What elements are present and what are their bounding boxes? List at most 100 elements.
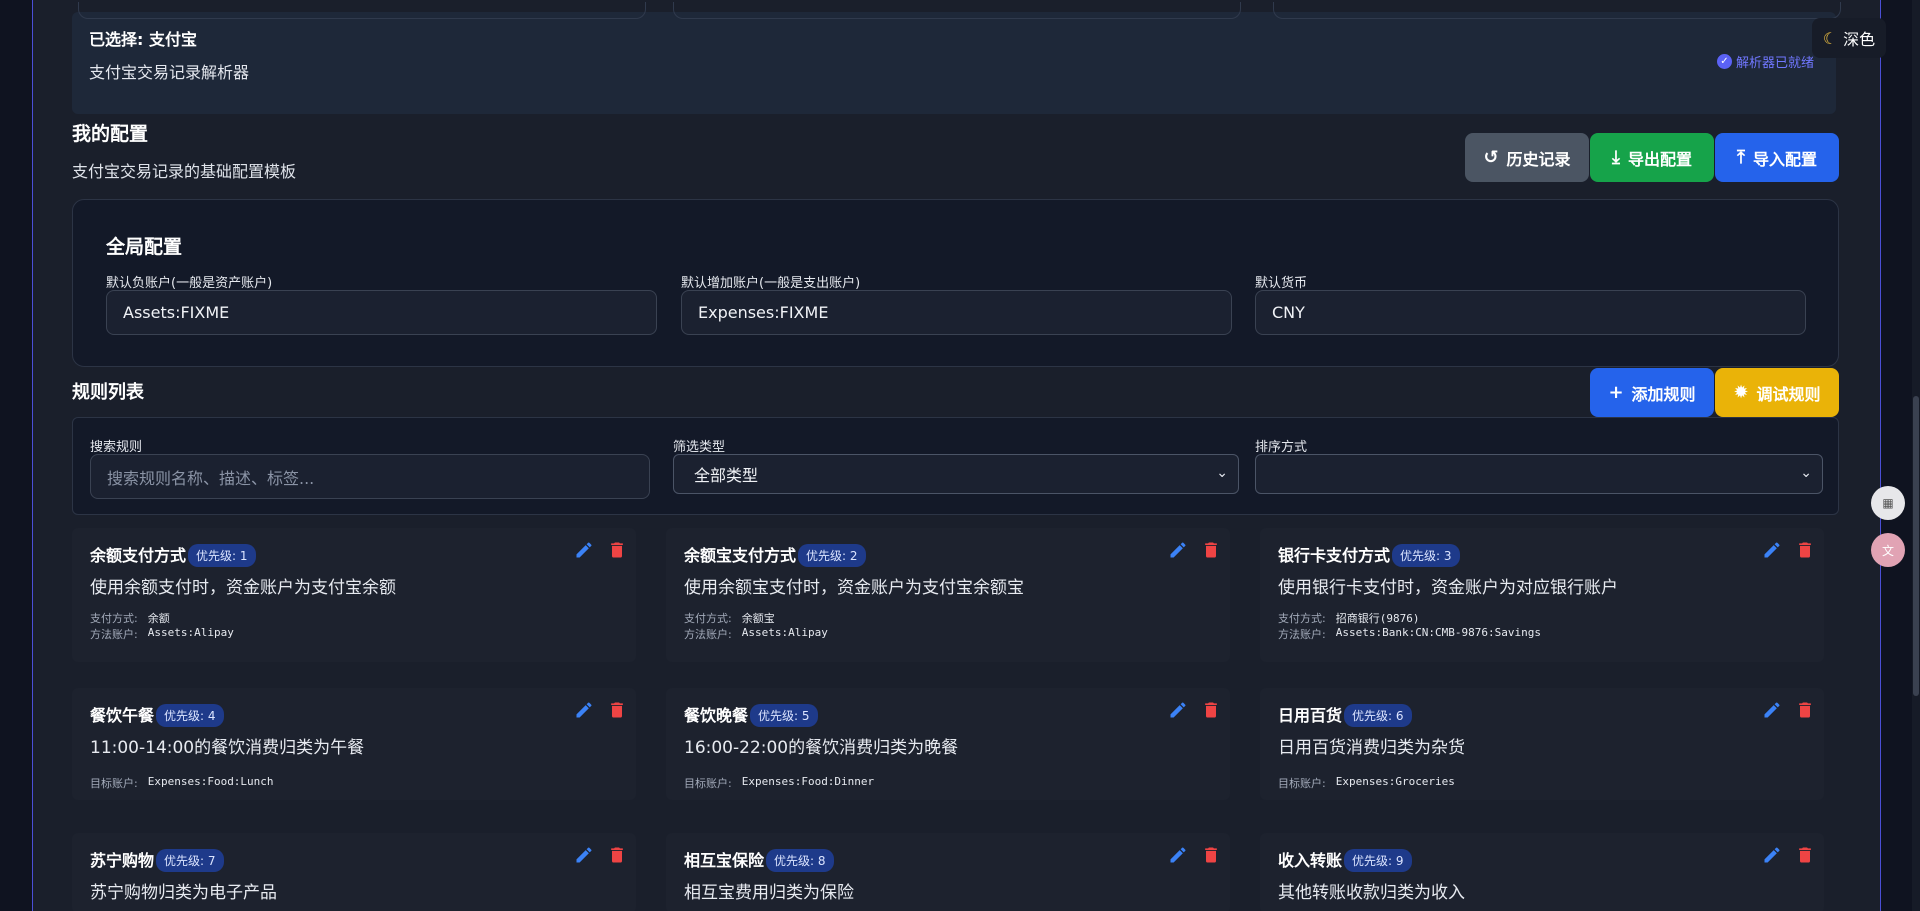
rule-card[interactable]: 收入转账 优先级: 9 其他转账收款归类为收入 bbox=[1260, 833, 1824, 911]
upload-icon: ⤒ bbox=[1737, 146, 1745, 168]
edit-icon[interactable] bbox=[1762, 700, 1784, 722]
priority-badge: 优先级: 9 bbox=[1344, 849, 1412, 872]
rule-description: 其他转账收款归类为收入 bbox=[1278, 883, 1465, 903]
filter-type-label: 筛选类型 bbox=[673, 440, 726, 455]
edit-icon[interactable] bbox=[574, 700, 596, 722]
rule-meta-value: Assets:Alipay bbox=[147, 626, 234, 639]
delete-icon[interactable] bbox=[1795, 845, 1817, 867]
theme-toggle-button[interactable]: ☾ 深色 bbox=[1812, 18, 1886, 58]
parser-status-text: 解析器已就绪 bbox=[1736, 56, 1815, 71]
priority-badge: 优先级: 8 bbox=[766, 849, 834, 872]
parser-option-fragment[interactable] bbox=[78, 2, 646, 19]
rule-header: 苏宁购物 优先级: 7 bbox=[90, 845, 224, 872]
qr-icon[interactable]: ▦ bbox=[1871, 486, 1905, 520]
rule-meta-key: 支付方式: bbox=[90, 612, 138, 625]
parser-selected-title: 已选择: 支付宝 bbox=[89, 30, 197, 49]
import-config-button[interactable]: ⤒ 导入配置 bbox=[1715, 133, 1839, 182]
rule-meta-row: 目标账户: Expenses:Food:Lunch bbox=[90, 775, 274, 791]
rule-card[interactable]: 苏宁购物 优先级: 7 苏宁购物归类为电子产品 bbox=[72, 833, 636, 911]
history-button[interactable]: ↺ 历史记录 bbox=[1465, 133, 1589, 182]
delete-icon[interactable] bbox=[607, 540, 629, 562]
rule-meta-key: 方法账户: bbox=[1278, 628, 1326, 641]
edit-icon[interactable] bbox=[1168, 540, 1190, 562]
edit-icon[interactable] bbox=[1168, 845, 1190, 867]
default-negative-account-label: 默认负账户(一般是资产账户) bbox=[106, 276, 273, 291]
priority-badge: 优先级: 5 bbox=[750, 704, 818, 727]
priority-badge: 优先级: 7 bbox=[156, 849, 224, 872]
rule-header: 日用百货 优先级: 6 bbox=[1278, 700, 1412, 727]
rule-card[interactable]: 餐饮晚餐 优先级: 5 16:00-22:00的餐饮消费归类为晚餐 目标账户: Expe… bbox=[666, 688, 1230, 800]
edit-icon[interactable] bbox=[574, 540, 596, 562]
rule-card[interactable]: 余额支付方式 优先级: 1 使用余额支付时，资金账户为支付宝余额 支付方式: 余额 方法账… bbox=[72, 528, 636, 662]
rule-card[interactable]: 银行卡支付方式 优先级: 3 使用银行卡支付时，资金账户为对应银行账户 支付方式: 招商… bbox=[1260, 528, 1824, 662]
delete-icon[interactable] bbox=[607, 700, 629, 722]
export-label: 导出配置 bbox=[1627, 149, 1692, 169]
rule-header: 相互宝保险 优先级: 8 bbox=[684, 845, 834, 872]
rule-name: 相互宝保险 bbox=[684, 850, 765, 870]
priority-badge: 优先级: 1 bbox=[188, 544, 256, 567]
priority-badge: 优先级: 6 bbox=[1344, 704, 1412, 727]
priority-badge: 优先级: 4 bbox=[156, 704, 224, 727]
add-rule-button[interactable]: + 添加规则 bbox=[1590, 368, 1714, 417]
search-rules-input[interactable]: 搜索规则名称、描述、标签... bbox=[90, 454, 650, 499]
add-rule-label: 添加规则 bbox=[1631, 384, 1696, 404]
rule-header: 餐饮晚餐 优先级: 5 bbox=[684, 700, 818, 727]
default-currency-input[interactable]: CNY bbox=[1255, 290, 1806, 335]
rule-meta-value: Expenses:Groceries bbox=[1335, 775, 1455, 788]
edit-icon[interactable] bbox=[1762, 540, 1784, 562]
delete-icon[interactable] bbox=[1201, 540, 1223, 562]
edit-icon[interactable] bbox=[1168, 700, 1190, 722]
rule-description: 11:00-14:00的餐饮消费归类为午餐 bbox=[90, 738, 365, 758]
rule-name: 餐饮午餐 bbox=[90, 705, 155, 725]
config-subtitle: 支付宝交易记录的基础配置模板 bbox=[72, 162, 297, 181]
rule-name: 余额支付方式 bbox=[90, 545, 187, 565]
delete-icon[interactable] bbox=[1795, 540, 1817, 562]
rule-name: 银行卡支付方式 bbox=[1278, 545, 1391, 565]
rule-header: 餐饮午餐 优先级: 4 bbox=[90, 700, 224, 727]
rule-meta-key: 方法账户: bbox=[684, 628, 732, 641]
rule-card[interactable]: 餐饮午餐 优先级: 4 11:00-14:00的餐饮消费归类为午餐目标账户: Expe… bbox=[72, 688, 636, 800]
parser-option-fragment[interactable] bbox=[673, 2, 1241, 19]
rule-name: 餐饮晚餐 bbox=[684, 705, 749, 725]
delete-icon[interactable] bbox=[1795, 700, 1817, 722]
rule-name: 收入转账 bbox=[1278, 850, 1343, 870]
download-icon: ⤓ bbox=[1612, 146, 1620, 168]
rule-card[interactable]: 相互宝保险 优先级: 8 相互宝费用归类为保险 bbox=[666, 833, 1230, 911]
check-circle-icon: ✓ bbox=[1717, 54, 1732, 69]
rule-card[interactable]: 余额宝支付方式 优先级: 2 使用余额宝支付时，资金账户为支付宝余额宝 支付方式: 余额… bbox=[666, 528, 1230, 662]
rule-description: 相互宝费用归类为保险 bbox=[684, 883, 854, 903]
parser-option-fragment[interactable] bbox=[1273, 2, 1841, 19]
parser-description: 支付宝交易记录解析器 bbox=[89, 63, 250, 82]
search-rules-label: 搜索规则 bbox=[90, 440, 143, 455]
rule-header: 余额宝支付方式 优先级: 2 bbox=[684, 540, 866, 567]
rule-card[interactable]: 日用百货 优先级: 6 日用百货消费归类为杂货 目标账户: Expenses:Groce… bbox=[1260, 688, 1824, 800]
rule-meta-key: 支付方式: bbox=[1278, 612, 1326, 625]
edit-icon[interactable] bbox=[574, 845, 596, 867]
translate-icon[interactable]: 文 bbox=[1871, 533, 1905, 567]
rule-header: 银行卡支付方式 优先级: 3 bbox=[1278, 540, 1460, 567]
export-config-button[interactable]: ⤓ 导出配置 bbox=[1590, 133, 1714, 182]
rule-meta-value: Expenses:Food:Lunch bbox=[147, 775, 274, 788]
rule-header: 收入转账 优先级: 9 bbox=[1278, 845, 1412, 872]
rule-name: 余额宝支付方式 bbox=[684, 545, 797, 565]
history-icon: ↺ bbox=[1483, 146, 1499, 168]
debug-rule-button[interactable]: ✹ 调试规则 bbox=[1715, 368, 1839, 417]
delete-icon[interactable] bbox=[607, 845, 629, 867]
moon-icon: ☾ bbox=[1822, 28, 1838, 48]
delete-icon[interactable] bbox=[1201, 845, 1223, 867]
edit-icon[interactable] bbox=[1762, 845, 1784, 867]
sort-select[interactable]: ⌄ bbox=[1255, 454, 1823, 494]
debug-rule-label: 调试规则 bbox=[1756, 384, 1821, 404]
rule-meta-key: 方法账户: bbox=[90, 628, 138, 641]
delete-icon[interactable] bbox=[1201, 700, 1223, 722]
default-increase-account-input[interactable]: Expenses:FIXME bbox=[681, 290, 1232, 335]
bug-icon: ✹ bbox=[1733, 381, 1749, 403]
rule-header: 余额支付方式 优先级: 1 bbox=[90, 540, 256, 567]
rule-meta-row: 支付方式: 余额 bbox=[90, 610, 170, 626]
default-negative-account-input[interactable]: Assets:FIXME bbox=[106, 290, 657, 335]
rule-meta-value: Assets:Alipay bbox=[741, 626, 828, 639]
filter-type-select[interactable]: 全部类型 ⌄ bbox=[673, 454, 1239, 494]
default-increase-account-label: 默认增加账户(一般是支出账户) bbox=[681, 276, 861, 291]
rule-meta-key: 支付方式: bbox=[684, 612, 732, 625]
scrollbar-thumb[interactable] bbox=[1913, 396, 1919, 696]
